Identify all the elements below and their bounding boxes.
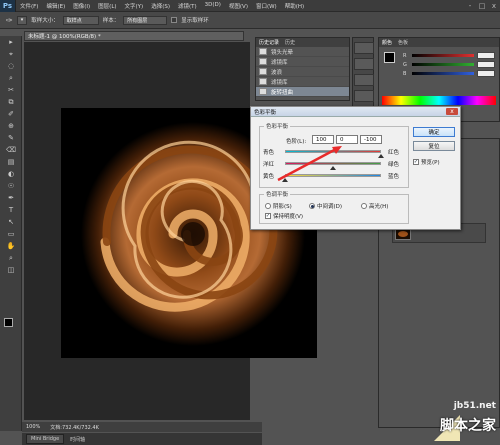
annotation-arrow <box>277 146 342 182</box>
watermark-name: 脚本之家 <box>440 418 496 434</box>
watermark: jb51.net 脚本之家 <box>400 401 496 441</box>
watermark-url: jb51.net <box>453 401 496 411</box>
